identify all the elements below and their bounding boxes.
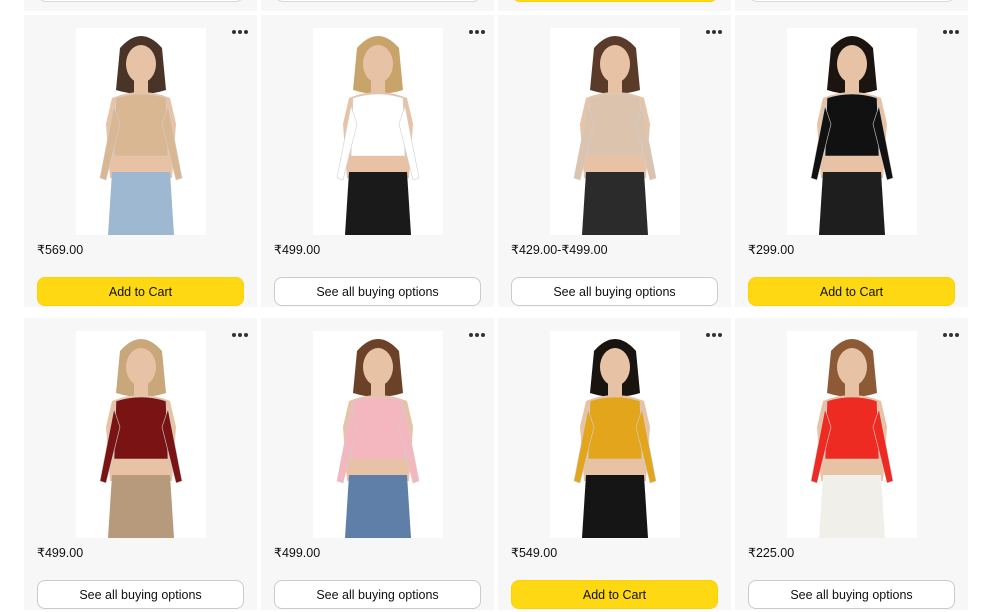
more-options-icon[interactable] xyxy=(229,328,251,342)
product-image[interactable] xyxy=(75,331,206,538)
more-options-icon[interactable] xyxy=(940,25,962,39)
previous-card-button[interactable] xyxy=(38,0,244,2)
product-price: ₹429.00-₹499.00 xyxy=(511,243,608,257)
more-options-icon[interactable] xyxy=(229,25,251,39)
product-action-button[interactable]: Add to Cart xyxy=(748,277,955,306)
previous-card xyxy=(498,0,731,11)
previous-card xyxy=(24,0,257,11)
product-card[interactable]: ₹549.00 Add to Cart xyxy=(498,318,731,610)
product-action-button[interactable]: See all buying options xyxy=(748,580,955,609)
product-card[interactable]: ₹225.00 See all buying options xyxy=(735,318,968,610)
previous-row xyxy=(24,0,968,11)
previous-card-button[interactable] xyxy=(275,0,481,2)
product-price: ₹225.00 xyxy=(748,546,795,560)
product-image[interactable] xyxy=(312,331,443,538)
product-card[interactable]: ₹499.00 See all buying options xyxy=(261,15,494,307)
product-image[interactable] xyxy=(549,28,680,235)
product-image[interactable] xyxy=(312,28,443,235)
product-card[interactable]: ₹569.00 Add to Cart xyxy=(24,15,257,307)
product-action-button[interactable]: See all buying options xyxy=(511,277,718,306)
product-image[interactable] xyxy=(786,331,917,538)
product-action-button[interactable]: See all buying options xyxy=(274,580,481,609)
product-image[interactable] xyxy=(549,331,680,538)
product-image[interactable] xyxy=(75,28,206,235)
product-price: ₹549.00 xyxy=(511,546,558,560)
more-options-icon[interactable] xyxy=(703,328,725,342)
product-price: ₹499.00 xyxy=(274,243,321,257)
product-action-button[interactable]: See all buying options xyxy=(37,580,244,609)
previous-card-button[interactable] xyxy=(512,0,718,2)
product-price: ₹499.00 xyxy=(37,546,84,560)
product-card[interactable]: ₹299.00 Add to Cart xyxy=(735,15,968,307)
product-price: ₹569.00 xyxy=(37,243,84,257)
more-options-icon[interactable] xyxy=(466,328,488,342)
product-price: ₹499.00 xyxy=(274,546,321,560)
product-image[interactable] xyxy=(786,28,917,235)
product-price: ₹299.00 xyxy=(748,243,795,257)
product-card[interactable]: ₹499.00 See all buying options xyxy=(261,318,494,610)
product-grid-page: ₹569.00 Add to Cart ₹499.00 See all buyi… xyxy=(0,0,1000,612)
more-options-icon[interactable] xyxy=(940,328,962,342)
product-action-button[interactable]: See all buying options xyxy=(274,277,481,306)
product-card[interactable]: ₹499.00 See all buying options xyxy=(24,318,257,610)
product-action-button[interactable]: Add to Cart xyxy=(37,277,244,306)
previous-card xyxy=(261,0,494,11)
more-options-icon[interactable] xyxy=(703,25,725,39)
more-options-icon[interactable] xyxy=(466,25,488,39)
previous-card xyxy=(735,0,968,11)
product-action-button[interactable]: Add to Cart xyxy=(511,580,718,609)
product-card[interactable]: ₹429.00-₹499.00 See all buying options xyxy=(498,15,731,307)
previous-card-button[interactable] xyxy=(749,0,955,2)
